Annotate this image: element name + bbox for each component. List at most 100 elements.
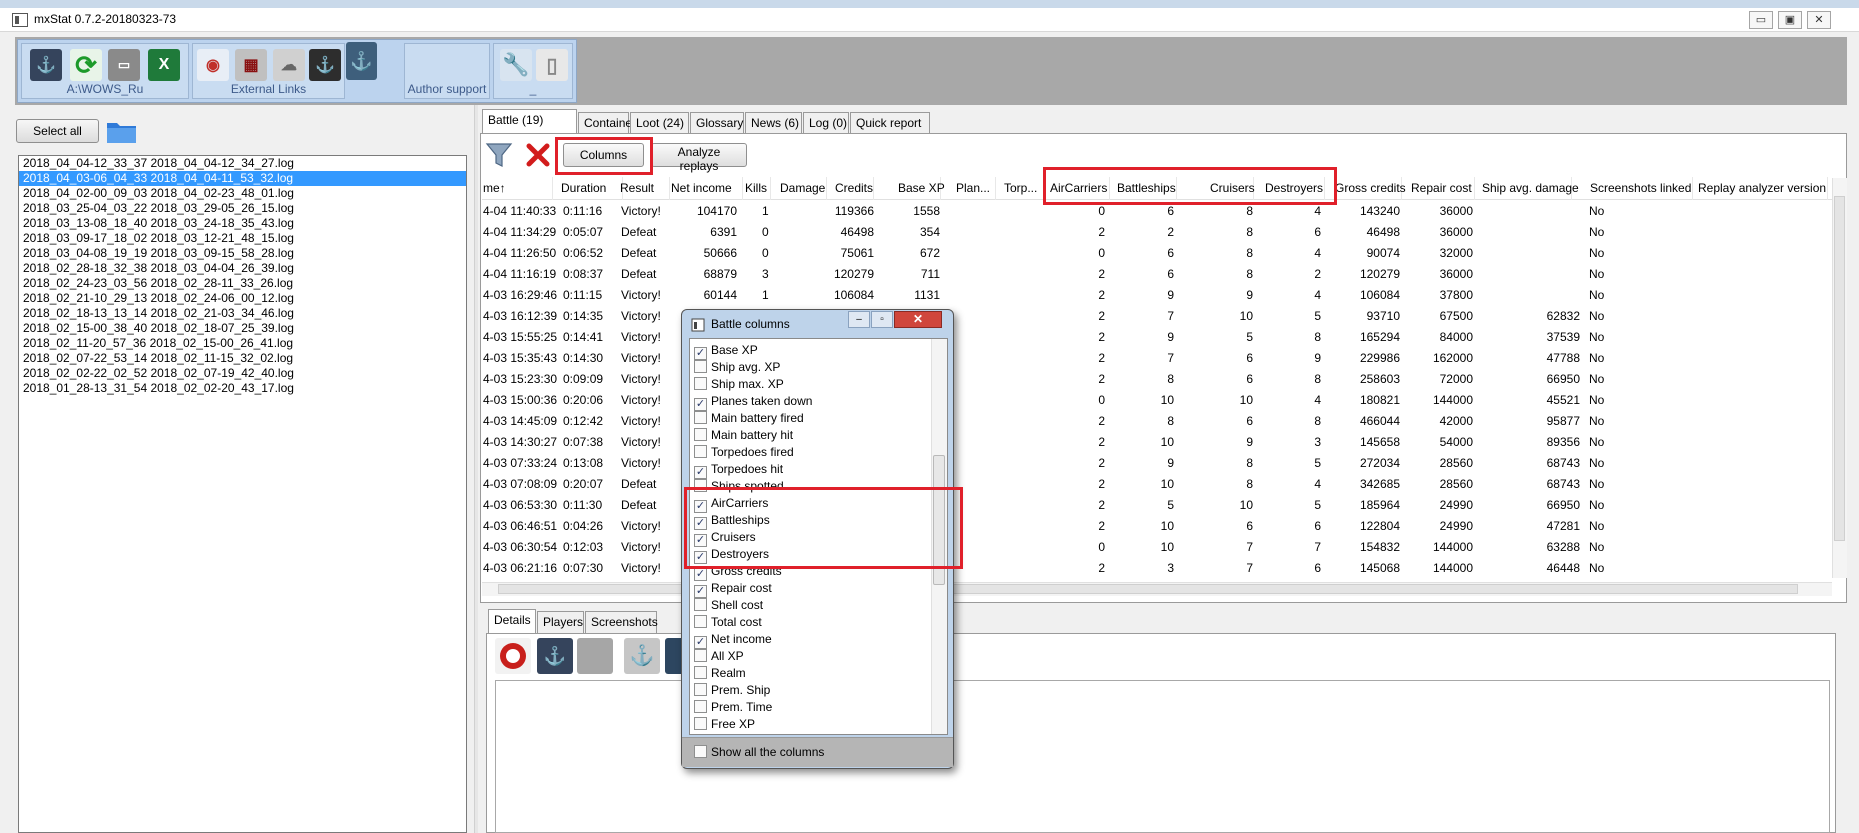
ship-anchor-icon[interactable]: ⚓: [537, 638, 573, 674]
log-file-item[interactable]: 2018_03_13-08_18_40 2018_03_24-18_35_43.…: [19, 216, 466, 231]
column-option-item[interactable]: Torpedoes fired: [694, 444, 794, 461]
log-file-item[interactable]: 2018_03_25-04_03_22 2018_03_29-05_26_15.…: [19, 201, 466, 216]
log-file-item[interactable]: 2018_02_15-00_38_40 2018_02_18-07_25_39.…: [19, 321, 466, 336]
grid-vertical-scroll-thumb[interactable]: [1834, 196, 1845, 541]
clear-filter-icon[interactable]: [524, 141, 552, 169]
column-option-checkbox[interactable]: [694, 700, 707, 713]
log-file-item[interactable]: 2018_03_09-17_18_02 2018_03_12-21_48_15.…: [19, 231, 466, 246]
column-option-checkbox[interactable]: [694, 428, 707, 441]
show-all-checkbox[interactable]: [694, 745, 707, 758]
app-link-icon[interactable]: ▦: [235, 49, 267, 81]
column-option-checkbox[interactable]: [694, 445, 707, 458]
wows-shield-icon[interactable]: ⚓: [309, 49, 341, 81]
column-option-checkbox[interactable]: [694, 717, 707, 730]
tab-glossary[interactable]: Glossary: [690, 112, 744, 134]
show-all-columns-option[interactable]: Show all the columns: [694, 744, 824, 761]
column-header-plan[interactable]: Plan...: [956, 177, 996, 200]
column-option-item[interactable]: Ship max. XP: [694, 376, 784, 393]
column-header-base-xp[interactable]: Base XP: [898, 177, 945, 200]
tab-news[interactable]: News (6): [745, 112, 802, 134]
column-option-checkbox[interactable]: [694, 411, 707, 424]
filter-icon[interactable]: [484, 140, 514, 170]
log-file-item[interactable]: 2018_04_03-06_04_33 2018_04_04-11_53_32.…: [19, 171, 466, 186]
column-option-item[interactable]: Ship avg. XP: [694, 359, 780, 376]
column-option-item[interactable]: Realm: [694, 665, 746, 682]
forum-icon[interactable]: ☁: [273, 49, 305, 81]
log-file-item[interactable]: 2018_02_02-22_02_52 2018_02_07-19_42_40.…: [19, 366, 466, 381]
column-header-gross-credits[interactable]: Gross credits: [1335, 177, 1406, 200]
column-option-item[interactable]: Prem. Ship: [694, 682, 770, 699]
log-file-item[interactable]: 2018_02_21-10_29_13 2018_02_24-06_00_12.…: [19, 291, 466, 306]
trash-can-icon[interactable]: ▯: [536, 49, 568, 81]
open-folder-icon[interactable]: [105, 117, 138, 145]
log-file-item[interactable]: 2018_02_11-20_57_36 2018_02_15-00_26_41.…: [19, 336, 466, 351]
table-row[interactable]: 4-04 11:16:19 0:08:37 Defeat 68879 3 120279 71…: [482, 264, 1837, 285]
refresh-icon[interactable]: ⟳: [70, 49, 102, 81]
column-header-net-income[interactable]: Net income: [671, 177, 743, 200]
column-option-item[interactable]: Total cost: [694, 614, 762, 631]
column-option-checkbox[interactable]: [694, 598, 707, 611]
column-option-item[interactable]: Prem. Time: [694, 699, 772, 716]
table-row[interactable]: 4-04 11:26:50 0:06:52 Defeat 50666 0 75061 672…: [482, 243, 1837, 264]
select-all-button[interactable]: Select all: [16, 119, 99, 143]
column-option-checkbox[interactable]: [694, 666, 707, 679]
column-header-kills[interactable]: Kills: [745, 177, 771, 200]
dialog-minimize-button[interactable]: –: [848, 311, 870, 328]
detail-tab-players[interactable]: Players: [537, 611, 584, 633]
log-file-item[interactable]: 2018_04_02-00_09_03 2018_04_02-23_48_01.…: [19, 186, 466, 201]
column-option-item[interactable]: Main battery hit: [694, 427, 793, 444]
log-file-item[interactable]: 2018_03_04-08_19_19 2018_03_09-15_58_28.…: [19, 246, 466, 261]
column-option-item[interactable]: ✓ Torpedoes hit: [694, 461, 783, 479]
close-button[interactable]: ✕: [1807, 11, 1831, 29]
tab-log[interactable]: Log (0): [803, 112, 849, 134]
column-header-repair-cost[interactable]: Repair cost: [1411, 177, 1475, 200]
maximize-button[interactable]: ▣: [1778, 11, 1802, 29]
column-option-checkbox[interactable]: [694, 360, 707, 373]
column-header-me[interactable]: me↑: [483, 177, 553, 200]
column-header-ship-avg-damage[interactable]: Ship avg. damage: [1482, 177, 1579, 200]
column-option-item[interactable]: Free XP: [694, 716, 755, 733]
column-option-checkbox[interactable]: [694, 683, 707, 696]
log-file-item[interactable]: 2018_02_07-22_53_14 2018_02_11-15_32_02.…: [19, 351, 466, 366]
column-header-replay-analyzer-version[interactable]: Replay analyzer version: [1698, 177, 1828, 200]
column-header-credits[interactable]: Credits: [835, 177, 874, 200]
drive-icon[interactable]: [577, 638, 613, 674]
column-option-item[interactable]: ✓ Net income: [694, 631, 772, 649]
log-file-item[interactable]: 2018_02_24-23_03_56 2018_02_28-11_33_26.…: [19, 276, 466, 291]
column-header-damage[interactable]: Damage: [780, 177, 827, 200]
log-file-item[interactable]: 2018_01_28-13_31_54 2018_02_02-20_43_17.…: [19, 381, 466, 396]
column-option-item[interactable]: ✓ Base XP: [694, 342, 758, 360]
anchor-gray-icon[interactable]: ⚓: [624, 638, 660, 674]
column-option-checkbox[interactable]: [694, 377, 707, 390]
folder-drive-icon[interactable]: ▭: [108, 49, 140, 81]
wows-emblem-icon[interactable]: ⚓: [346, 42, 377, 80]
detail-tab-screenshots[interactable]: Screenshots: [585, 611, 658, 633]
excel-icon[interactable]: X: [148, 49, 180, 81]
detail-tab-details[interactable]: Details: [488, 609, 536, 634]
log-file-item[interactable]: 2018_02_18-13_13_14 2018_02_21-03_34_46.…: [19, 306, 466, 321]
log-file-item[interactable]: 2018_02_28-18_32_38 2018_03_04-04_26_39.…: [19, 261, 466, 276]
tab-quick-report[interactable]: Quick report: [850, 112, 930, 134]
column-option-item[interactable]: Shell cost: [694, 597, 763, 614]
tab-battle[interactable]: Battle (19): [482, 109, 577, 134]
dialog-close-button[interactable]: ✕: [894, 311, 942, 328]
column-header-duration[interactable]: Duration: [561, 177, 623, 200]
column-option-item[interactable]: All XP: [694, 648, 744, 665]
column-option-item[interactable]: ✓ Planes taken down: [694, 393, 812, 411]
tab-containers[interactable]: Containers (7): [578, 112, 660, 134]
panel-splitter[interactable]: [474, 105, 478, 833]
dialog-maximize-button[interactable]: ▫: [871, 311, 893, 328]
wargaming-detail-icon[interactable]: [495, 638, 531, 674]
table-row[interactable]: 4-04 11:34:29 0:05:07 Defeat 6391 0 46498 354 2…: [482, 222, 1837, 243]
column-option-checkbox[interactable]: [694, 615, 707, 628]
wargaming-icon[interactable]: ◉: [197, 49, 229, 81]
column-header-result[interactable]: Result: [620, 177, 670, 200]
column-option-item[interactable]: ✓ Repair cost: [694, 580, 772, 598]
analyze-replays-button[interactable]: Analyze replays: [651, 143, 747, 173]
column-header-screenshots-linked[interactable]: Screenshots linked: [1590, 177, 1693, 200]
column-header-torp[interactable]: Torp...: [1004, 177, 1044, 200]
tab-loot[interactable]: Loot (24): [630, 112, 689, 134]
minimize-button[interactable]: ▭: [1749, 11, 1773, 29]
table-row[interactable]: 4-03 16:29:46 0:11:15 Victory! 60144 1 106084…: [482, 285, 1837, 306]
column-option-checkbox[interactable]: [694, 649, 707, 662]
